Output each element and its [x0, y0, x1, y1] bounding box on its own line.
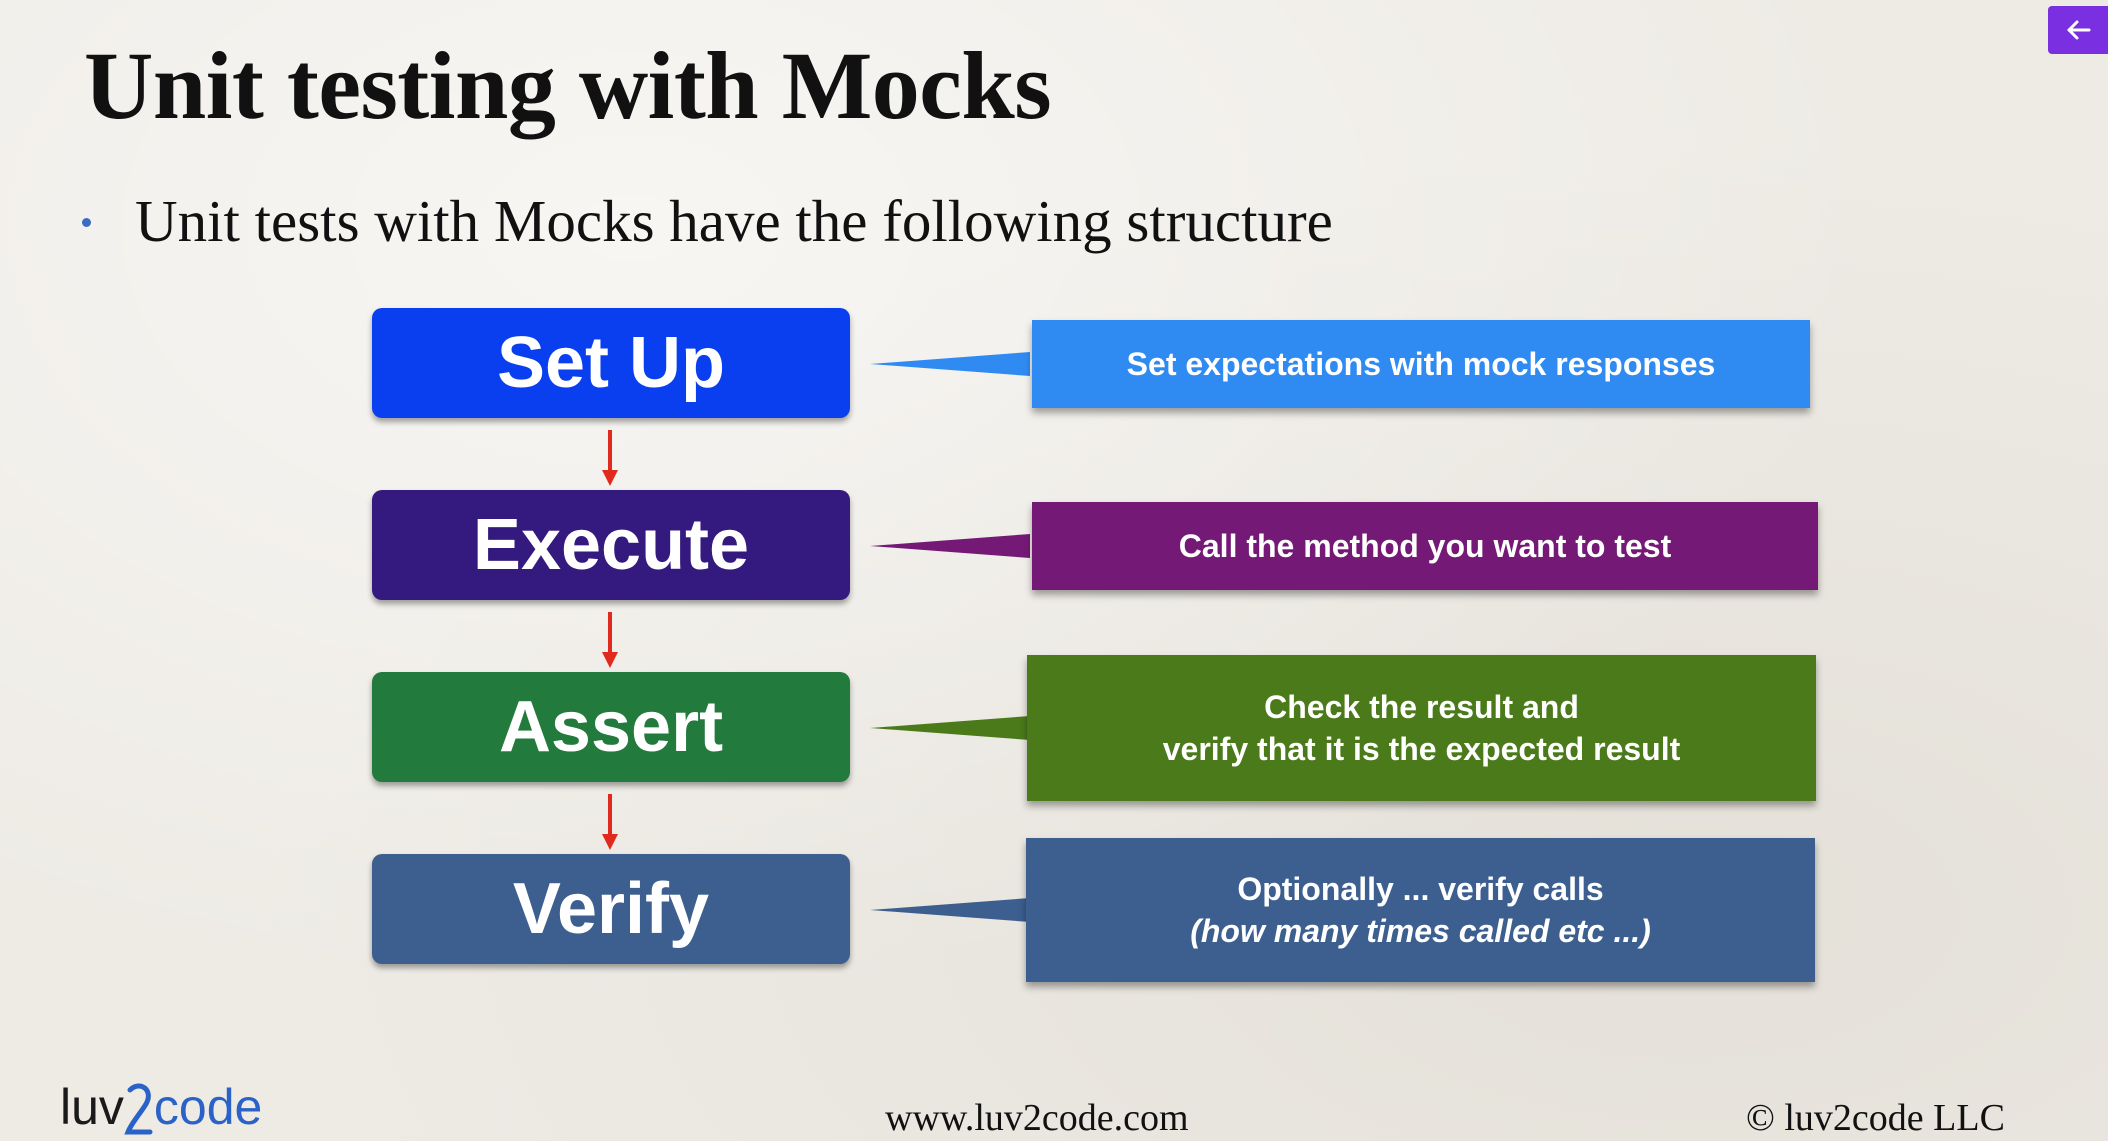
- step-box-set-up: Set Up: [372, 308, 850, 418]
- callout-pointer: [870, 898, 1030, 922]
- bullet-dot: [82, 217, 91, 227]
- callout-execute: Call the method you want to test: [1032, 502, 1818, 590]
- arrow-left-icon: [2067, 20, 2091, 40]
- step-box-verify: Verify: [372, 854, 850, 964]
- callout-pointer: [870, 352, 1030, 376]
- callout-assert-line-1: Check the result and: [1264, 689, 1579, 725]
- callout-set-up: Set expectations with mock responses: [1032, 320, 1810, 408]
- callout-verify-line-1: Optionally ... verify calls: [1237, 871, 1604, 907]
- flow-arrow-2: [602, 612, 618, 668]
- flow-arrow-3: [602, 794, 618, 850]
- slide-title: Unit testing with Mocks: [84, 32, 1052, 139]
- callout-execute-line-1: Call the method you want to test: [1178, 528, 1672, 564]
- callout-assert: Check the result and verify that it is t…: [1027, 655, 1816, 801]
- luv2code-logo: luv code: [60, 1079, 263, 1136]
- callout-verify-line-2: (how many times called etc ...): [1190, 913, 1651, 949]
- callout-pointer: [870, 716, 1030, 740]
- footer-url: www.luv2code.com: [885, 1097, 1189, 1139]
- flow-arrow-1: [602, 430, 618, 486]
- logo-text-left: luv: [60, 1079, 124, 1135]
- step-box-execute: Execute: [372, 490, 850, 600]
- bullet-item: Unit tests with Mocks have the following…: [82, 186, 1333, 256]
- back-button[interactable]: [2048, 6, 2108, 54]
- logo-two-swoosh-icon: [124, 1083, 153, 1135]
- callout-assert-line-2: verify that it is the expected result: [1162, 731, 1681, 767]
- bullet-text: Unit tests with Mocks have the following…: [135, 187, 1333, 254]
- callout-verify: Optionally ... verify calls (how many ti…: [1026, 838, 1815, 982]
- callout-set-up-line-1: Set expectations with mock responses: [1126, 346, 1716, 382]
- step-box-assert: Assert: [372, 672, 850, 782]
- callout-pointer: [870, 534, 1030, 558]
- footer-copyright: © luv2code LLC: [1746, 1097, 2005, 1139]
- logo-text-right: code: [153, 1079, 263, 1135]
